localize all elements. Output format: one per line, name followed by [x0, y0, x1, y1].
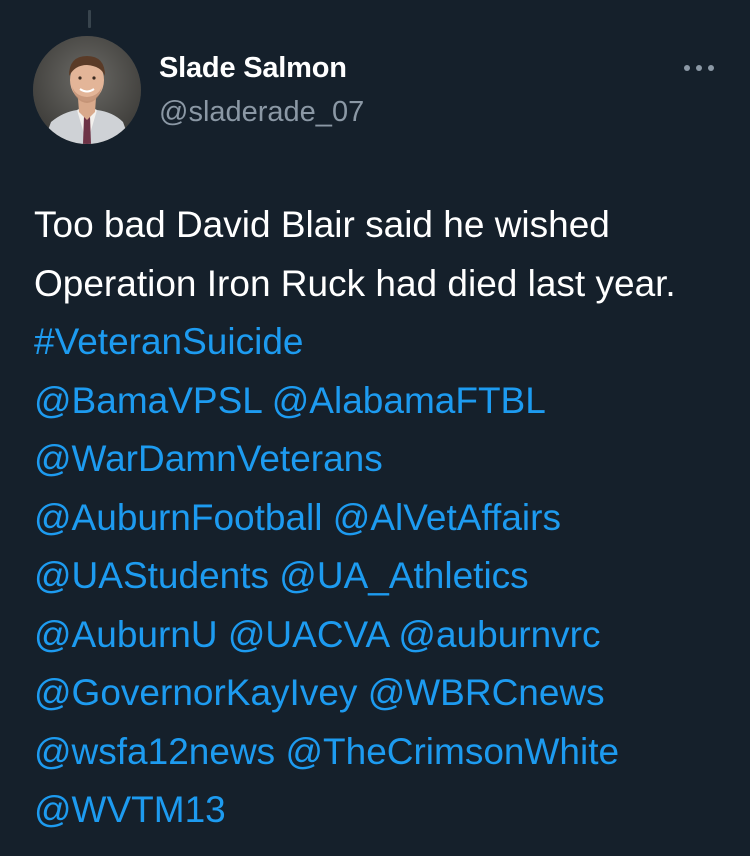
mention-link[interactable]: @WarDamnVeterans: [34, 438, 383, 479]
mention-link[interactable]: @UA_Athletics: [279, 555, 528, 596]
tweet-text-segment: [218, 614, 228, 655]
more-horizontal-icon: [684, 65, 714, 71]
mention-link[interactable]: @BamaVPSL: [34, 380, 261, 421]
thread-connector-line: [88, 10, 91, 28]
hashtag-link[interactable]: #VeteranSuicide: [34, 321, 303, 362]
mention-link[interactable]: @TheCrimsonWhite: [285, 731, 619, 772]
author-display-name[interactable]: Slade Salmon: [159, 52, 347, 85]
tweet-text-segment: [261, 380, 271, 421]
mention-link[interactable]: @AlabamaFTBL: [272, 380, 546, 421]
tweet-text-segment: Too bad David Blair said he wished Opera…: [34, 204, 686, 304]
mention-link[interactable]: @UACVA: [228, 614, 388, 655]
tweet-text-segment: [275, 731, 285, 772]
avatar[interactable]: [33, 36, 141, 144]
tweet-text-segment: [388, 614, 398, 655]
tweet-text-segment: [357, 672, 367, 713]
author-handle[interactable]: @sladerade_07: [159, 96, 364, 129]
mention-link[interactable]: @AuburnU: [34, 614, 218, 655]
profile-photo: [33, 36, 141, 144]
mention-link[interactable]: @WBRCnews: [368, 672, 605, 713]
mention-link[interactable]: @AuburnFootball: [34, 497, 323, 538]
more-options-button[interactable]: [679, 54, 719, 82]
mention-link[interactable]: @GovernorKayIvey: [34, 672, 357, 713]
tweet-text: Too bad David Blair said he wished Opera…: [34, 196, 734, 840]
mention-link[interactable]: @auburnvrc: [398, 614, 600, 655]
tweet-text-segment: [323, 497, 333, 538]
mention-link[interactable]: @AlVetAffairs: [333, 497, 561, 538]
mention-link[interactable]: @WVTM13: [34, 789, 226, 830]
mention-link[interactable]: @UAStudents: [34, 555, 269, 596]
tweet-text-segment: [269, 555, 279, 596]
mention-link[interactable]: @wsfa12news: [34, 731, 275, 772]
